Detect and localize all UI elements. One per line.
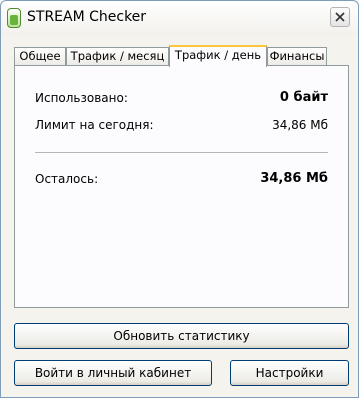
daily-limit-value: 34,86 Мб <box>272 118 328 132</box>
tab-panel-traffic-day: Использовано: 0 байт Лимит на сегодня: 3… <box>14 65 349 308</box>
tab-traffic-month[interactable]: Трафик / месяц <box>66 47 169 65</box>
close-icon <box>335 12 345 22</box>
used-value: 0 байт <box>279 90 328 105</box>
tab-general[interactable]: Общее <box>14 47 66 65</box>
tab-traffic-day[interactable]: Трафик / день <box>169 45 267 67</box>
refresh-stats-button[interactable]: Обновить статистику <box>14 323 349 349</box>
used-label: Использовано: <box>35 91 128 105</box>
app-window: STREAM Checker Общее Трафик / месяц Траф… <box>0 0 359 398</box>
close-button[interactable] <box>330 7 350 27</box>
app-icon <box>7 8 21 28</box>
personal-account-button[interactable]: Войти в личный кабинет <box>14 360 212 386</box>
window-title: STREAM Checker <box>27 9 147 25</box>
divider <box>35 152 328 153</box>
remaining-label: Осталось: <box>35 172 99 186</box>
remaining-value: 34,86 Мб <box>260 171 328 186</box>
settings-button[interactable]: Настройки <box>230 360 349 386</box>
title-bar: STREAM Checker <box>1 1 358 35</box>
daily-limit-label: Лимит на сегодня: <box>35 118 154 132</box>
tab-finance[interactable]: Финансы <box>267 47 327 65</box>
